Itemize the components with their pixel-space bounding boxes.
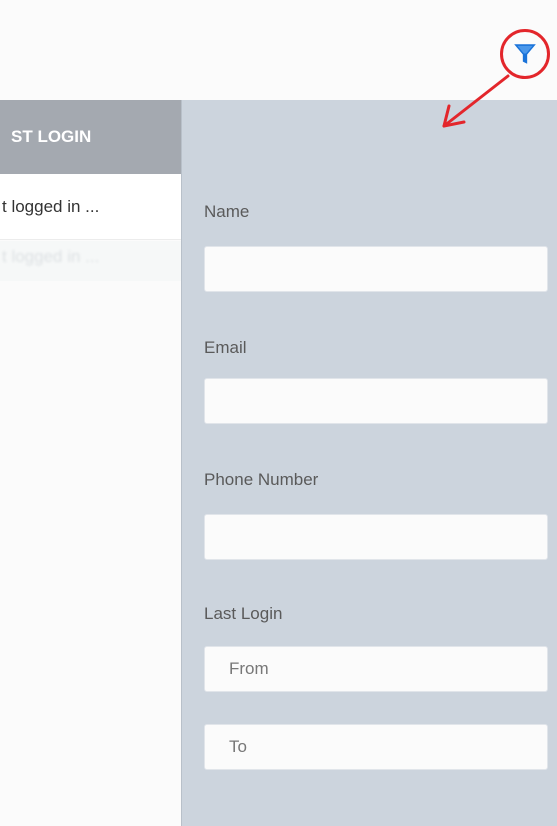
column-header-last-login[interactable]: ST LOGIN: [0, 100, 181, 174]
phone-number-label: Phone Number: [204, 470, 319, 489]
email-input[interactable]: [204, 378, 548, 424]
table-row[interactable]: t logged in ...: [0, 174, 181, 240]
name-label: Name: [204, 202, 250, 221]
table-column-last-login: ST LOGIN t logged in ... t logged in ...: [0, 100, 181, 826]
email-label: Email: [204, 338, 247, 357]
filter-icon: [514, 44, 536, 64]
last-login-to-input[interactable]: [204, 724, 548, 770]
last-login-cell: t logged in ...: [2, 197, 100, 216]
last-login-from-input[interactable]: [204, 646, 548, 692]
filter-panel: Name Email Phone Number Last Login: [181, 100, 557, 826]
phone-number-input[interactable]: [204, 514, 548, 560]
last-login-cell: t logged in ...: [2, 247, 100, 266]
red-arrow-icon: [442, 74, 510, 128]
last-login-label: Last Login: [204, 604, 283, 623]
name-input[interactable]: [204, 246, 548, 292]
column-header-label: ST LOGIN: [11, 127, 92, 146]
table-row[interactable]: t logged in ...: [0, 241, 181, 281]
